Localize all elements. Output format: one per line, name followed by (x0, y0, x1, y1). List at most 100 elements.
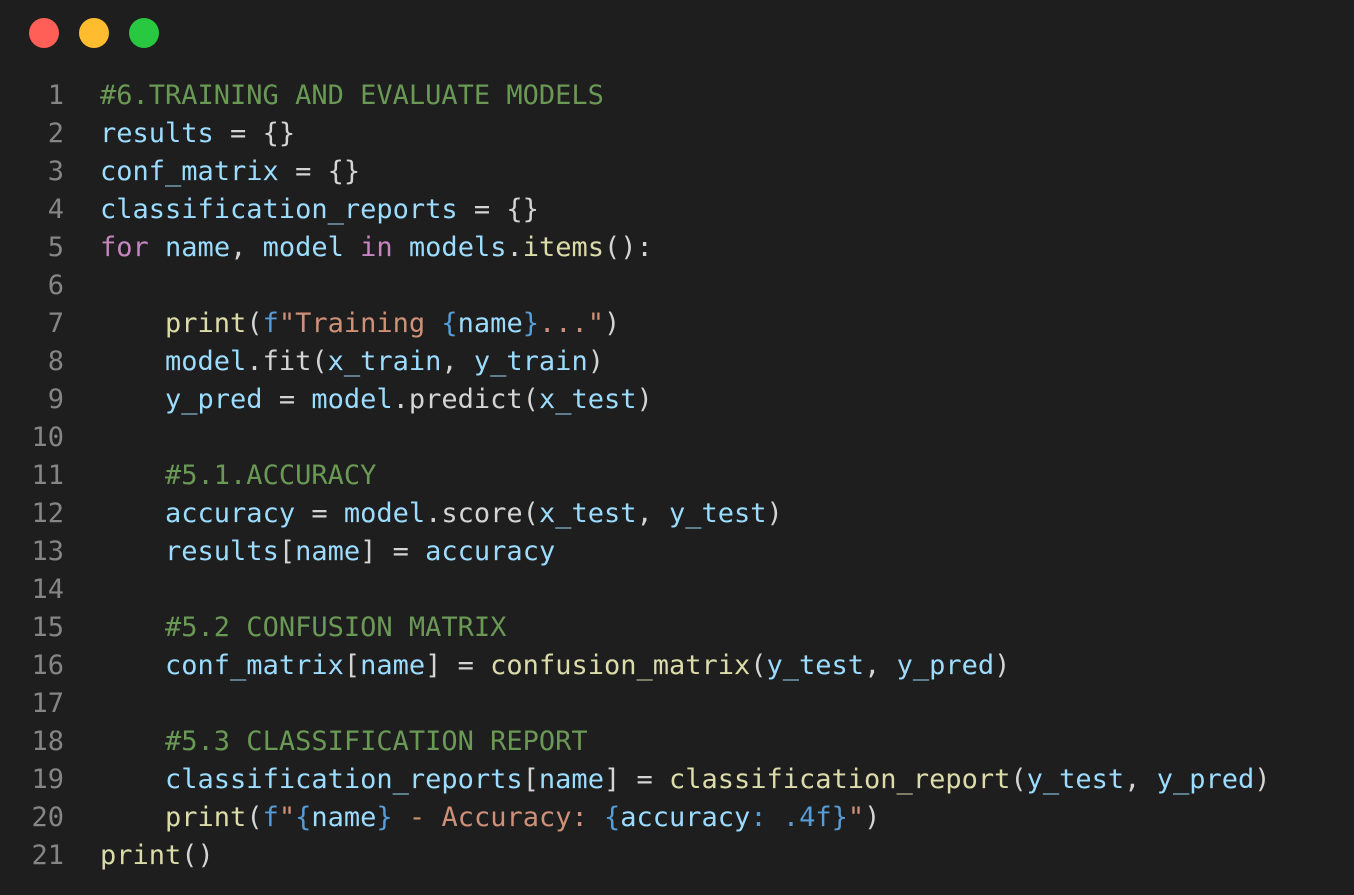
code-token-string: " (847, 802, 865, 833)
line-number: 19 (31, 764, 64, 795)
close-button[interactable] (29, 18, 59, 48)
code-line[interactable]: 8 model.fit(x_train, y_train) (0, 343, 1354, 381)
code-token-op: ) (864, 802, 881, 833)
code-token-var: models (408, 232, 507, 263)
code-token-brace: { (441, 308, 458, 339)
line-number: 2 (47, 118, 64, 149)
code-window: 1 #6.TRAINING AND EVALUATE MODELS 2 results… (0, 0, 1354, 895)
code-token-var: y_train (473, 346, 588, 377)
code-token-op: ( (1010, 764, 1027, 795)
code-token-op: , (864, 650, 897, 681)
code-line[interactable]: 7 print(f"Training {name}...") (0, 305, 1354, 343)
code-line[interactable]: 10 (0, 419, 1354, 457)
code-token-op: = {} (213, 118, 296, 149)
line-number: 11 (31, 460, 64, 491)
code-line[interactable]: 14 (0, 571, 1354, 609)
code-token-var: model (262, 232, 344, 263)
code-token-var: model (343, 498, 426, 529)
line-content: accuracy = model.score(x_test, y_test) (100, 495, 783, 533)
code-token-brace: } (376, 802, 393, 833)
code-line[interactable]: 16 conf_matrix[name] = confusion_matrix(… (0, 647, 1354, 685)
code-token-func: confusion_matrix (490, 650, 751, 681)
code-token-op: = (262, 384, 312, 415)
line-number: 17 (31, 688, 64, 719)
code-token-op: ) (636, 384, 653, 415)
code-token-op: [ (343, 650, 361, 681)
line-content: #5.2 CONFUSION MATRIX (100, 609, 506, 647)
code-token-string: " (278, 802, 296, 833)
line-number: 18 (31, 726, 64, 757)
code-line[interactable]: 17 (0, 685, 1354, 723)
code-token-comment: #5.1.ACCURACY (165, 460, 377, 491)
code-token-var: conf_matrix (100, 156, 279, 187)
code-token-string: - Accuracy: (392, 802, 604, 833)
code-token-op: ) (587, 346, 604, 377)
code-token-op: ( (750, 650, 767, 681)
code-token-var: y_test (669, 498, 767, 529)
code-token-func: items (522, 232, 605, 263)
code-token-var: accuracy (165, 498, 296, 529)
line-content: #5.3 CLASSIFICATION REPORT (100, 723, 588, 761)
code-token-op: , (636, 498, 669, 529)
line-number: 7 (47, 308, 64, 339)
code-token-var: y_test (766, 650, 865, 681)
code-token-op (149, 232, 165, 263)
code-token-var: conf_matrix (165, 650, 344, 681)
line-number: 15 (31, 612, 64, 643)
line-number: 8 (47, 346, 64, 377)
code-token-comment: #5.3 CLASSIFICATION REPORT (165, 726, 588, 757)
code-token-func: print (165, 308, 247, 339)
code-token-comment: #6.TRAINING AND EVALUATE MODELS (100, 80, 604, 111)
code-token-var: accuracy (620, 802, 751, 833)
line-content: print(f"{name} - Accuracy: {accuracy: .4… (100, 799, 880, 837)
line-content: for name, model in models.items(): (100, 229, 653, 267)
code-token-var: classification_reports (165, 764, 523, 795)
line-content: print(f"Training {name}...") (100, 305, 620, 343)
code-line[interactable]: 5 for name, model in models.items(): (0, 229, 1354, 267)
code-token-brace: { (295, 802, 312, 833)
code-token-brace: } (831, 802, 848, 833)
line-content: classification_reports[name] = classific… (100, 761, 1270, 799)
code-token-op: = {} (278, 156, 361, 187)
code-line[interactable]: 21 print() (0, 837, 1354, 875)
code-line[interactable]: 19 classification_reports[name] = classi… (0, 761, 1354, 799)
code-token-var: y_pred (1156, 764, 1255, 795)
code-token-func: print (165, 802, 247, 833)
maximize-button[interactable] (129, 18, 159, 48)
code-line[interactable]: 3 conf_matrix = {} (0, 153, 1354, 191)
code-token-op: ] = (360, 536, 426, 567)
code-line[interactable]: 18 #5.3 CLASSIFICATION REPORT (0, 723, 1354, 761)
code-line[interactable]: 13 results[name] = accuracy (0, 533, 1354, 571)
line-number: 1 (47, 80, 64, 111)
code-line[interactable]: 2 results = {} (0, 115, 1354, 153)
code-line[interactable]: 4 classification_reports = {} (0, 191, 1354, 229)
code-editor[interactable]: 1 #6.TRAINING AND EVALUATE MODELS 2 results… (0, 77, 1354, 875)
code-token-op: (): (604, 232, 653, 263)
line-number: 9 (47, 384, 64, 415)
code-line[interactable]: 20 print(f"{name} - Accuracy: {accuracy:… (0, 799, 1354, 837)
code-token-var: x_test (538, 384, 637, 415)
code-token-op: , (1124, 764, 1157, 795)
code-token-op: [ (522, 764, 539, 795)
code-token-var: x_train (327, 346, 442, 377)
code-line[interactable]: 15 #5.2 CONFUSION MATRIX (0, 609, 1354, 647)
code-line[interactable]: 11 #5.1.ACCURACY (0, 457, 1354, 495)
code-token-var: model (311, 384, 393, 415)
code-token-var: results (100, 118, 214, 149)
code-line[interactable]: 9 y_pred = model.predict(x_test) (0, 381, 1354, 419)
code-line[interactable]: 6 (0, 267, 1354, 305)
code-token-string: ..." (538, 308, 604, 339)
code-token-var: name (360, 650, 426, 681)
line-content: results[name] = accuracy (100, 533, 555, 571)
code-token-keyword: for (100, 232, 149, 263)
line-number: 21 (31, 840, 64, 871)
line-content: y_pred = model.predict(x_test) (100, 381, 653, 419)
code-line[interactable]: 1 #6.TRAINING AND EVALUATE MODELS (0, 77, 1354, 115)
code-token-var: classification_reports (100, 194, 458, 225)
minimize-button[interactable] (79, 18, 109, 48)
code-line[interactable]: 12 accuracy = model.score(x_test, y_test… (0, 495, 1354, 533)
code-token-fprefix: f (262, 802, 279, 833)
code-token-op: ] = (603, 764, 669, 795)
code-token-var: name (538, 764, 604, 795)
window-titlebar (0, 0, 1354, 66)
